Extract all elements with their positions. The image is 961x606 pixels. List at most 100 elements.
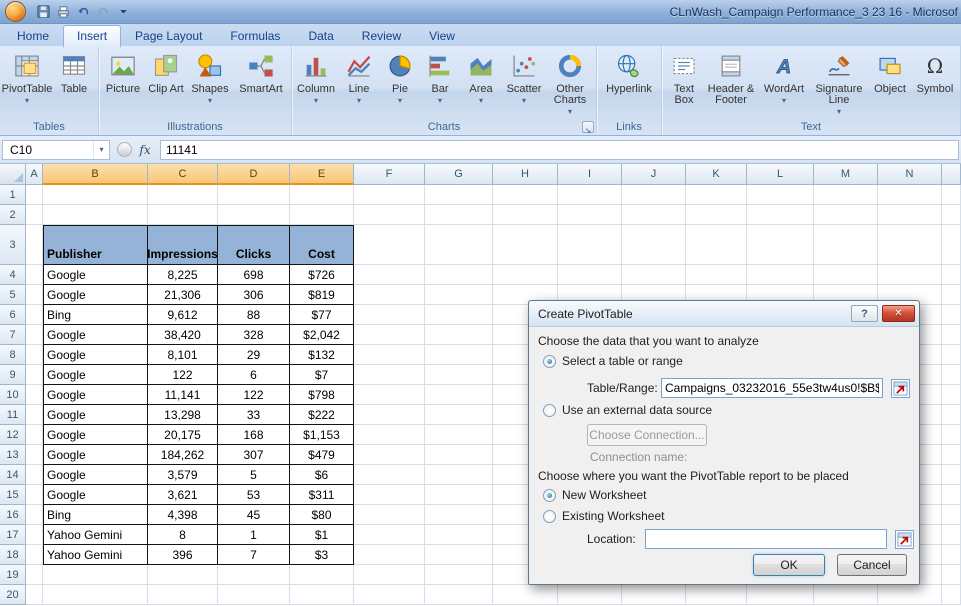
cell-E4[interactable]: $726 bbox=[290, 265, 354, 285]
cell-B11[interactable]: Google bbox=[43, 405, 148, 425]
cell-M20[interactable] bbox=[814, 585, 878, 605]
cell-x12[interactable] bbox=[942, 425, 961, 445]
column-header-M[interactable]: M bbox=[814, 164, 878, 185]
tab-formulas[interactable]: Formulas bbox=[216, 25, 294, 46]
column-header-H[interactable]: H bbox=[493, 164, 558, 185]
column-header-E[interactable]: E bbox=[290, 164, 354, 185]
cell-F5[interactable] bbox=[354, 285, 425, 305]
cell-x8[interactable] bbox=[942, 345, 961, 365]
cell-J2[interactable] bbox=[622, 205, 686, 225]
existing-worksheet-radio[interactable] bbox=[543, 510, 556, 523]
cell-K1[interactable] bbox=[686, 185, 747, 205]
cell-G3[interactable] bbox=[425, 225, 493, 265]
cell-K4[interactable] bbox=[686, 265, 747, 285]
cell-C6[interactable]: 9,612 bbox=[148, 305, 218, 325]
cell-C1[interactable] bbox=[148, 185, 218, 205]
cell-D3[interactable]: Clicks bbox=[218, 225, 290, 265]
cell-x1[interactable] bbox=[942, 185, 961, 205]
cell-x19[interactable] bbox=[942, 565, 961, 585]
cell-M2[interactable] bbox=[814, 205, 878, 225]
cell-x3[interactable] bbox=[942, 225, 961, 265]
cell-B16[interactable]: Bing bbox=[43, 505, 148, 525]
cell-E15[interactable]: $311 bbox=[290, 485, 354, 505]
external-source-radio[interactable] bbox=[543, 404, 556, 417]
ok-button[interactable]: OK bbox=[753, 554, 825, 576]
tab-home[interactable]: Home bbox=[3, 25, 63, 46]
cell-x5[interactable] bbox=[942, 285, 961, 305]
cell-x16[interactable] bbox=[942, 505, 961, 525]
cell-D19[interactable] bbox=[218, 565, 290, 585]
cell-B8[interactable]: Google bbox=[43, 345, 148, 365]
cell-G9[interactable] bbox=[425, 365, 493, 385]
print-icon[interactable] bbox=[55, 3, 72, 20]
cell-B10[interactable]: Google bbox=[43, 385, 148, 405]
cell-H3[interactable] bbox=[493, 225, 558, 265]
column-header-C[interactable]: C bbox=[148, 164, 218, 185]
cell-B1[interactable] bbox=[43, 185, 148, 205]
hyperlink-button[interactable]: Hyperlink bbox=[599, 49, 659, 95]
cell-E13[interactable]: $479 bbox=[290, 445, 354, 465]
picture-button[interactable]: Picture bbox=[101, 49, 145, 95]
cell-D8[interactable]: 29 bbox=[218, 345, 290, 365]
cell-A20[interactable] bbox=[26, 585, 43, 605]
tab-page-layout[interactable]: Page Layout bbox=[121, 25, 216, 46]
cell-x2[interactable] bbox=[942, 205, 961, 225]
cell-B4[interactable]: Google bbox=[43, 265, 148, 285]
name-box-dropdown-icon[interactable] bbox=[93, 141, 109, 159]
cell-E17[interactable]: $1 bbox=[290, 525, 354, 545]
cell-G13[interactable] bbox=[425, 445, 493, 465]
cell-A5[interactable] bbox=[26, 285, 43, 305]
cell-F10[interactable] bbox=[354, 385, 425, 405]
cell-E20[interactable] bbox=[290, 585, 354, 605]
cell-D20[interactable] bbox=[218, 585, 290, 605]
cell-A15[interactable] bbox=[26, 485, 43, 505]
cell-F20[interactable] bbox=[354, 585, 425, 605]
row-header-5[interactable]: 5 bbox=[0, 285, 26, 305]
cell-A8[interactable] bbox=[26, 345, 43, 365]
cell-B15[interactable]: Google bbox=[43, 485, 148, 505]
column-header-F[interactable]: F bbox=[354, 164, 425, 185]
cell-J3[interactable] bbox=[622, 225, 686, 265]
cell-D14[interactable]: 5 bbox=[218, 465, 290, 485]
cell-B3[interactable]: Publisher bbox=[43, 225, 148, 265]
cell-A10[interactable] bbox=[26, 385, 43, 405]
symbol-button[interactable]: ΩSymbol bbox=[912, 49, 958, 95]
cell-L2[interactable] bbox=[747, 205, 814, 225]
cell-A1[interactable] bbox=[26, 185, 43, 205]
cell-x7[interactable] bbox=[942, 325, 961, 345]
name-box[interactable]: C10 bbox=[2, 140, 110, 160]
smartart-button[interactable]: SmartArt bbox=[233, 49, 289, 95]
cell-F11[interactable] bbox=[354, 405, 425, 425]
cell-C3[interactable]: Impressions bbox=[148, 225, 218, 265]
cell-F14[interactable] bbox=[354, 465, 425, 485]
cell-C2[interactable] bbox=[148, 205, 218, 225]
tab-review[interactable]: Review bbox=[348, 25, 415, 46]
new-worksheet-label[interactable]: New Worksheet bbox=[562, 488, 646, 502]
cell-x9[interactable] bbox=[942, 365, 961, 385]
cell-G1[interactable] bbox=[425, 185, 493, 205]
column-header-B[interactable]: B bbox=[43, 164, 148, 185]
cell-I1[interactable] bbox=[558, 185, 622, 205]
external-source-label[interactable]: Use an external data source bbox=[562, 403, 712, 417]
cell-L4[interactable] bbox=[747, 265, 814, 285]
customize-icon[interactable] bbox=[115, 3, 132, 20]
cell-B12[interactable]: Google bbox=[43, 425, 148, 445]
cell-x17[interactable] bbox=[942, 525, 961, 545]
cell-J20[interactable] bbox=[622, 585, 686, 605]
cell-D16[interactable]: 45 bbox=[218, 505, 290, 525]
cell-A11[interactable] bbox=[26, 405, 43, 425]
cell-C5[interactable]: 21,306 bbox=[148, 285, 218, 305]
range-select-button[interactable] bbox=[891, 379, 910, 398]
insert-function-icon[interactable] bbox=[137, 143, 153, 157]
cell-C12[interactable]: 20,175 bbox=[148, 425, 218, 445]
cell-G20[interactable] bbox=[425, 585, 493, 605]
cell-N2[interactable] bbox=[878, 205, 942, 225]
cell-D17[interactable]: 1 bbox=[218, 525, 290, 545]
cell-E19[interactable] bbox=[290, 565, 354, 585]
cell-C17[interactable]: 8 bbox=[148, 525, 218, 545]
row-header-9[interactable]: 9 bbox=[0, 365, 26, 385]
select-all-button[interactable] bbox=[0, 164, 26, 185]
text-box-button[interactable]: Text Box bbox=[664, 49, 704, 106]
cell-N4[interactable] bbox=[878, 265, 942, 285]
cell-A6[interactable] bbox=[26, 305, 43, 325]
